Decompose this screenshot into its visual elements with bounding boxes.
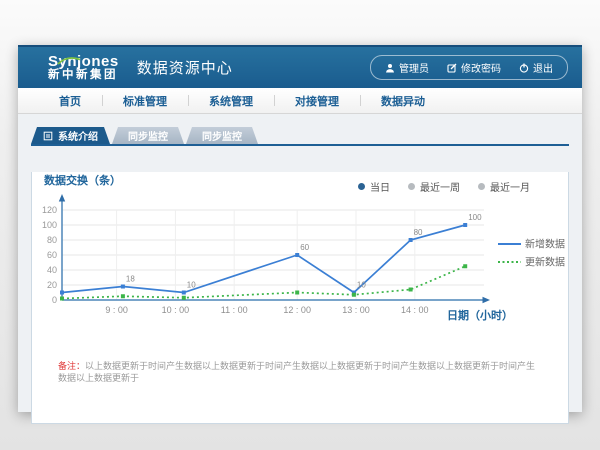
change-password-button[interactable]: 修改密码 [447,60,501,75]
x-tick-label: 12 : 00 [283,305,311,315]
y-tick-label: 40 [47,265,57,275]
data-point-label: 60 [300,243,309,252]
logo-subtext: 新中新集团 [48,69,119,81]
tab-label: 同步监控 [202,128,242,143]
radio-label: 最近一周 [420,179,460,194]
x-tick-label: 9 : 00 [105,305,128,315]
nav-item-integration-mgmt[interactable]: 对接管理 [274,88,360,113]
line-chart: 0 20 40 60 80 100 120 9 : 00 10 : 00 11 : 00 12 : … [32,192,567,327]
logo-text: Synjones [48,54,119,70]
radio-today[interactable]: 当日 [358,179,390,194]
x-tick-label: 11 : 00 [221,305,248,315]
logo-leaf-icon [57,57,81,66]
y-tick-label: 0 [52,295,57,305]
main-content: 系统介绍 同步监控 同步监控 当日 最近一周 [18,114,582,424]
data-point [352,293,356,297]
data-point [182,296,186,300]
radio-last-week[interactable]: 最近一周 [408,179,460,194]
chart-panel: 当日 最近一周 最近一月 数据交换（条） 0204060801001209 : … [31,172,569,424]
data-point [295,291,299,295]
data-point [182,291,186,295]
radio-dot-icon [478,183,485,190]
logout-button[interactable]: 退出 [519,60,553,75]
data-point-label: 100 [468,213,482,222]
radio-dot-icon [408,183,415,190]
document-icon [43,131,53,141]
y-tick-label: 80 [47,235,57,245]
power-icon [519,63,529,73]
x-axis-arrow-icon [483,297,491,303]
data-point [295,253,299,257]
time-range-filter: 当日 最近一周 最近一月 [358,179,530,194]
x-axis-title: 日期（小时） [447,308,513,322]
legend-item[interactable]: 新增数据 [525,238,565,251]
data-point [60,297,64,301]
tab-label: 系统介绍 [58,128,98,143]
y-tick-label: 60 [47,250,57,260]
user-menu: 管理员 修改密码 退出 [370,55,568,80]
tab-system-intro[interactable]: 系统介绍 [31,127,110,144]
data-point-label: 80 [414,228,423,237]
data-point [121,294,125,298]
data-point [409,238,413,242]
data-point-label: 10 [187,281,196,290]
x-tick-label: 13 : 00 [342,305,370,315]
nav-item-system-mgmt[interactable]: 系统管理 [188,88,274,113]
footnote: 备注：以上数据更新于时间产生数据以上数据更新于时间产生数据以上数据更新于时间产生… [32,361,568,384]
radio-label: 最近一月 [490,179,530,194]
brand-logo: Synjones 新中新集团 [48,54,119,82]
x-tick-label: 14 : 00 [401,305,429,315]
desktop-background: Synjones 新中新集团 数据资源中心 管理员 [0,0,600,450]
y-tick-label: 120 [42,205,57,215]
legend-item[interactable]: 更新数据 [525,256,565,269]
x-tick-label: 10 : 00 [162,305,190,315]
data-point-label: 18 [126,275,135,284]
data-point [409,288,413,292]
footnote-text: 以上数据更新于时间产生数据以上数据更新于时间产生数据以上数据更新于时间产生数据以… [58,361,535,383]
data-point [463,264,467,268]
tab-label: 同步监控 [128,128,168,143]
data-point [121,285,125,289]
data-point [463,223,467,227]
main-nav: 首页 标准管理 系统管理 对接管理 数据异动 [18,88,582,114]
user-button[interactable]: 管理员 [385,60,429,75]
logout-label: 退出 [533,60,553,75]
radio-label: 当日 [370,179,390,194]
nav-item-standard-mgmt[interactable]: 标准管理 [102,88,188,113]
tab-bar: 系统介绍 同步监控 同步监控 [31,127,569,146]
app-window: Synjones 新中新集团 数据资源中心 管理员 [18,45,582,412]
tab-sync-monitor-1[interactable]: 同步监控 [112,127,184,144]
series-line [62,266,465,298]
edit-icon [447,63,457,73]
page-title: 数据资源中心 [137,57,233,78]
app-header: Synjones 新中新集团 数据资源中心 管理员 [18,45,582,88]
data-point-label: 10 [357,281,366,290]
nav-item-home[interactable]: 首页 [38,88,102,113]
radio-last-month[interactable]: 最近一月 [478,179,530,194]
change-password-label: 修改密码 [461,60,501,75]
user-label: 管理员 [399,60,429,75]
y-tick-label: 100 [42,220,57,230]
tab-sync-monitor-2[interactable]: 同步监控 [186,127,258,144]
footnote-label: 备注： [58,361,85,371]
y-tick-label: 20 [47,280,57,290]
series-line [62,225,465,293]
user-icon [385,63,395,73]
y-axis-arrow-icon [59,194,65,202]
nav-item-data-changes[interactable]: 数据异动 [360,88,446,113]
radio-dot-icon [358,183,365,190]
data-point [60,291,64,295]
